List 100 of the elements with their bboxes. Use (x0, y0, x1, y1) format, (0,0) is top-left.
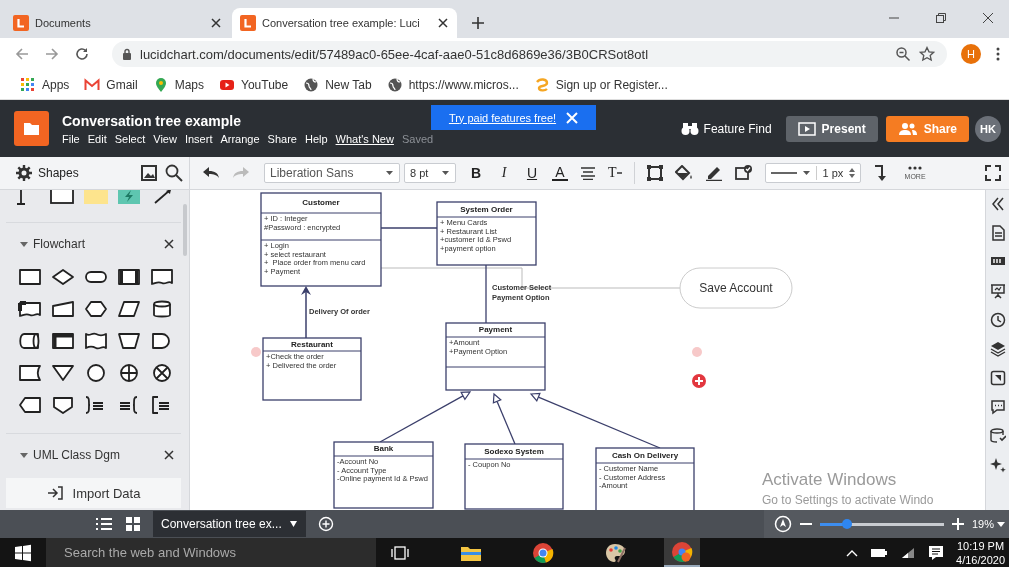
palette-icon[interactable] (604, 541, 626, 564)
bookmark[interactable]: https://www.micros... (386, 76, 519, 93)
flowchart-shape-icon[interactable] (18, 299, 42, 319)
menu-item[interactable]: Arrange (220, 132, 260, 145)
bookmark[interactable]: Maps (152, 76, 205, 93)
flowchart-shape-icon[interactable] (18, 331, 42, 351)
menu-item[interactable]: Share (267, 132, 297, 145)
style-icon[interactable] (734, 165, 753, 181)
flowchart-shape-icon[interactable] (117, 363, 141, 383)
bookmark[interactable]: New Tab (303, 76, 372, 93)
rounded-shape[interactable] (679, 267, 793, 309)
clock-date[interactable]: 4/16/2020 (956, 552, 1005, 567)
font-size-select[interactable]: 8 pt (404, 163, 456, 183)
whats-new-link[interactable]: What's New (335, 132, 394, 145)
paint-bucket-icon[interactable] (674, 165, 693, 181)
class-box[interactable] (445, 322, 546, 391)
browser-tab[interactable]: Documents (5, 8, 230, 38)
kebab-menu-icon[interactable] (995, 46, 1001, 62)
slider-thumb[interactable] (842, 518, 853, 529)
flowchart-shape-icon[interactable] (150, 267, 174, 287)
navigation-icon[interactable] (773, 515, 792, 533)
fullscreen-icon[interactable] (985, 165, 1001, 181)
class-box[interactable] (260, 192, 382, 287)
back-icon[interactable] (14, 46, 30, 62)
flowchart-shape-icon[interactable] (51, 267, 75, 287)
flowchart-shape-icon[interactable] (18, 395, 42, 415)
flowchart-shape-icon[interactable] (18, 363, 42, 383)
comment-icon[interactable] (989, 399, 1006, 415)
menu-item[interactable]: Edit (87, 132, 107, 145)
menu-item[interactable]: Insert (184, 132, 213, 145)
sparkle-icon[interactable] (989, 457, 1006, 473)
browser-icon[interactable] (532, 541, 554, 564)
menu-item[interactable]: View (153, 132, 177, 145)
bold-button[interactable]: B (468, 165, 484, 181)
close-icon[interactable] (437, 17, 449, 29)
flowchart-shape-icon[interactable] (84, 331, 108, 351)
plus-icon[interactable] (471, 16, 485, 30)
section-title[interactable]: Flowchart (33, 237, 85, 251)
bookmark[interactable]: Sign up or Register... (533, 76, 668, 93)
scroll-thumb[interactable] (183, 204, 187, 256)
feature-find-button[interactable]: Feature Find (680, 121, 772, 136)
caret-down-icon[interactable] (20, 240, 28, 248)
bookmark[interactable]: Gmail (84, 76, 138, 93)
flowchart-shape-icon[interactable] (150, 363, 174, 383)
clock-time[interactable]: 10:19 PM (957, 538, 1005, 553)
flowchart-shape-icon[interactable] (117, 267, 141, 287)
clock-icon[interactable] (989, 312, 1006, 328)
bookmark[interactable]: YouTube (219, 76, 289, 93)
address-field[interactable]: lucidchart.com/documents/edit/57489ac0-65ee-4caf-aae0-51c8d6869e36/3B0CRSot8otl (112, 41, 947, 67)
bookmark[interactable]: Apps (20, 76, 70, 93)
menu-item[interactable]: File (62, 132, 80, 145)
align-icon[interactable] (580, 166, 596, 180)
close-icon[interactable] (210, 17, 222, 29)
lightning-block-icon[interactable] (118, 190, 142, 205)
section-title[interactable]: UML Class Dgm (33, 448, 120, 462)
line-style-select[interactable]: 1 px (764, 163, 861, 183)
add-icon[interactable] (692, 374, 706, 388)
app-logo-icon[interactable] (14, 111, 49, 146)
flowchart-shape-icon[interactable] (51, 299, 75, 319)
promo-link[interactable]: Try paid features free! (448, 111, 557, 124)
menu-item[interactable]: Select (114, 132, 146, 145)
task-view-icon[interactable] (390, 544, 410, 561)
class-box[interactable] (464, 443, 564, 510)
flowchart-shape-icon[interactable] (84, 299, 108, 319)
menu-item[interactable]: Help (304, 132, 328, 145)
import-data-button[interactable]: Import Data (6, 478, 181, 508)
image-icon[interactable] (141, 165, 157, 181)
frame-icon[interactable] (989, 370, 1006, 386)
class-box[interactable] (436, 201, 537, 266)
font-select[interactable]: Liberation Sans (264, 163, 400, 183)
italic-button[interactable]: I (496, 165, 512, 181)
flowchart-shape-icon[interactable] (117, 331, 141, 351)
browser-icon[interactable] (671, 540, 693, 563)
zoom-select[interactable]: 19% (971, 518, 1005, 530)
rectangle-icon[interactable] (646, 165, 663, 181)
page-icon[interactable] (989, 225, 1006, 241)
zoom-out-icon[interactable] (895, 46, 911, 62)
presentation-icon[interactable] (989, 283, 1006, 299)
caret-up-icon[interactable] (846, 548, 859, 557)
color-button[interactable]: A (552, 165, 568, 181)
class-box[interactable] (333, 441, 434, 509)
list-icon[interactable] (95, 517, 113, 531)
elbow-connector-icon[interactable] (872, 164, 889, 182)
underline-button[interactable]: U (524, 165, 540, 181)
star-icon[interactable] (919, 46, 935, 62)
flowchart-shape-icon[interactable] (150, 299, 174, 319)
present-button[interactable]: Present (785, 115, 878, 142)
caret-down-icon[interactable] (20, 451, 28, 459)
pen-icon[interactable] (704, 165, 723, 181)
user-avatar[interactable]: HK (975, 115, 1001, 142)
document-title[interactable]: Conversation tree example (62, 112, 434, 129)
battery-icon[interactable] (870, 546, 889, 559)
close-icon[interactable] (982, 12, 994, 24)
flowchart-shape-icon[interactable] (18, 267, 42, 287)
page-tab[interactable]: Conversation tree ex... (153, 511, 306, 537)
search-field[interactable]: Search the web and Windows (46, 538, 376, 567)
wifi-icon[interactable] (900, 545, 917, 560)
flowchart-shape-icon[interactable] (51, 331, 75, 351)
forward-icon[interactable] (44, 46, 60, 62)
restore-icon[interactable] (935, 12, 947, 24)
